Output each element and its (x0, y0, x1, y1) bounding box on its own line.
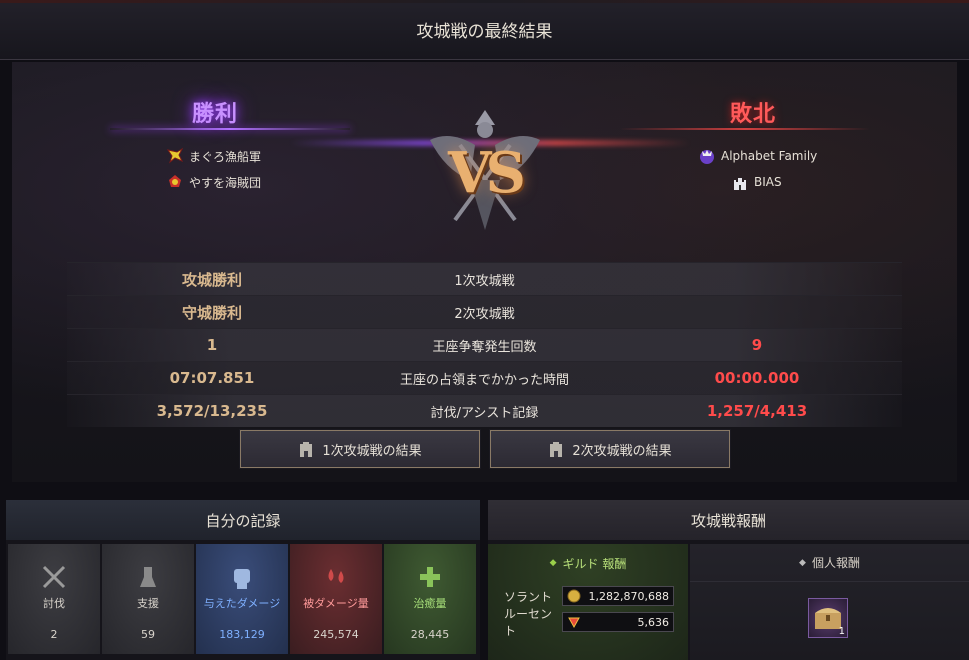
round2-result-label: 2次攻城戦の結果 (572, 443, 672, 459)
victory-underline (110, 128, 350, 130)
record-damage-taken: 被ダメージ量 245,574 (290, 544, 382, 654)
stats-label: 王座争奪発生回数 (432, 339, 537, 355)
winner-guild-2-name: やすを海賊団 (189, 175, 262, 190)
heal-cross-icon (415, 562, 445, 592)
my-record-cells: 討伐 2 支援 59 与えたダメージ 183,129 被ダメージ量 245,57… (6, 540, 480, 654)
round2-result-button[interactable]: 2次攻城戦の結果 (489, 429, 731, 469)
yellow-bird-emblem-icon (166, 147, 184, 164)
guild-reward-title: ギルド 報酬 (562, 556, 627, 571)
stats-right-value: 9 (751, 336, 763, 354)
record-kills-value: 2 (50, 628, 58, 641)
stats-row: 3,572/13,235 討伐/アシスト記録 1,257/4,413 (67, 394, 902, 427)
reward-row-lucent: ルーセント 5,636 (488, 607, 688, 638)
reward-item-count: 1 (838, 626, 845, 637)
lucent-icon (568, 617, 580, 629)
crowned-emblem-icon (700, 150, 714, 164)
stats-left-value: 守城勝利 (181, 303, 242, 322)
loser-guild-2-name: BIAS (754, 175, 782, 189)
stats-row: 攻城勝利 1次攻城戦 (67, 262, 902, 295)
siege-reward-title: 攻城戦報酬 (488, 500, 969, 540)
record-healing: 治癒量 28,445 (384, 544, 476, 654)
reward-value-box: 1,282,870,688 (562, 586, 674, 606)
record-damage-dealt-label: 与えたダメージ (203, 597, 281, 610)
diamond-icon: ◆ (799, 557, 806, 568)
stats-label: 2次攻城戦 (454, 306, 515, 322)
tower-icon (550, 442, 563, 457)
crossed-swords-icon (39, 562, 69, 592)
stats-label: 討伐/アシスト記録 (430, 405, 539, 421)
stats-right-value: 1,257/4,413 (706, 402, 808, 420)
record-damage-taken-label: 被ダメージ量 (303, 597, 369, 610)
record-kills: 討伐 2 (8, 544, 100, 654)
record-support-value: 59 (141, 628, 155, 641)
record-healing-value: 28,445 (410, 628, 450, 641)
fist-icon (227, 562, 257, 592)
loser-guild-1-name: Alphabet Family (721, 149, 818, 163)
my-record-panel: 自分の記録 討伐 2 支援 59 与えたダメージ 183,129 被ダメージ量 … (6, 500, 480, 660)
castle-emblem-icon (734, 178, 746, 190)
loser-guild-2: BIAS (730, 172, 782, 192)
record-damage-dealt: 与えたダメージ 183,129 (196, 544, 288, 654)
diamond-icon: ◆ (549, 558, 557, 568)
page-title: 攻城戦の最終結果 (416, 22, 553, 42)
personal-reward: ◆ 個人報酬 1 (690, 544, 969, 660)
stats-left-value: 3,572/13,235 (156, 402, 268, 420)
record-damage-taken-value: 245,574 (313, 628, 359, 641)
round1-result-label: 1次攻城戦の結果 (322, 443, 422, 459)
title-bar: 攻城戦の最終結果 (0, 0, 969, 60)
blood-drops-icon (321, 562, 351, 592)
reward-value: 5,636 (637, 615, 670, 629)
record-kills-label: 討伐 (43, 597, 65, 610)
stats-table: 攻城勝利 1次攻城戦 守城勝利 2次攻城戦 1 王座争奪発生回数 9 07:07… (67, 262, 902, 427)
record-damage-dealt-value: 183,129 (219, 628, 265, 641)
round1-result-button[interactable]: 1次攻城戦の結果 (239, 429, 481, 469)
guild-reward: ◆ ギルド 報酬 ソラント 1,282,870,688 ルーセント 5,636 (488, 544, 688, 660)
guild-reward-header: ◆ ギルド 報酬 (488, 544, 688, 582)
reward-value: 1,282,870,688 (588, 589, 669, 603)
stats-right-value: 00:00.000 (714, 369, 800, 387)
reward-item-slot[interactable]: 1 (808, 598, 848, 638)
stats-left-value: 1 (206, 336, 218, 354)
stats-left-value: 攻城勝利 (181, 270, 242, 289)
reward-label: ソラント (504, 589, 553, 604)
coin-icon (567, 589, 581, 603)
reward-label: ルーセント (504, 607, 553, 638)
reward-area: ◆ ギルド 報酬 ソラント 1,282,870,688 ルーセント 5,636 (488, 540, 969, 660)
stats-label: 1次攻城戦 (454, 273, 515, 289)
pirate-emblem-icon (169, 175, 181, 187)
record-healing-label: 治癒量 (413, 597, 447, 610)
stats-row: 07:07.851 王座の占領までかかった時間 00:00.000 (67, 361, 902, 394)
defeat-underline (620, 128, 870, 130)
winner-guild-1-name: まぐろ漁船軍 (189, 149, 262, 164)
reward-value-box: 5,636 (562, 612, 674, 632)
personal-reward-header: ◆ 個人報酬 (690, 544, 969, 582)
stats-row: 1 王座争奪発生回数 9 (67, 328, 902, 361)
personal-reward-title: 個人報酬 (811, 556, 860, 570)
stats-row: 守城勝利 2次攻城戦 (67, 295, 902, 328)
record-support-label: 支援 (137, 597, 159, 610)
siege-reward-panel: 攻城戦報酬 ◆ ギルド 報酬 ソラント 1,282,870,688 ルーセント … (488, 500, 969, 660)
winner-guild-2: やすを海賊団 (165, 172, 261, 192)
stats-left-value: 07:07.851 (169, 369, 255, 387)
shield-figure-icon (133, 562, 163, 592)
loser-guild-1: Alphabet Family (697, 146, 817, 166)
vs-text: VS (448, 140, 526, 206)
vs-emblem: VS (420, 100, 550, 240)
stats-label: 王座の占領までかかった時間 (399, 372, 569, 388)
defeat-label: 敗北 (730, 102, 777, 127)
victory-label: 勝利 (192, 102, 239, 127)
tower-icon (300, 442, 313, 457)
my-record-title: 自分の記録 (6, 500, 480, 540)
record-support: 支援 59 (102, 544, 194, 654)
winner-guild-1: まぐろ漁船軍 (165, 146, 261, 166)
